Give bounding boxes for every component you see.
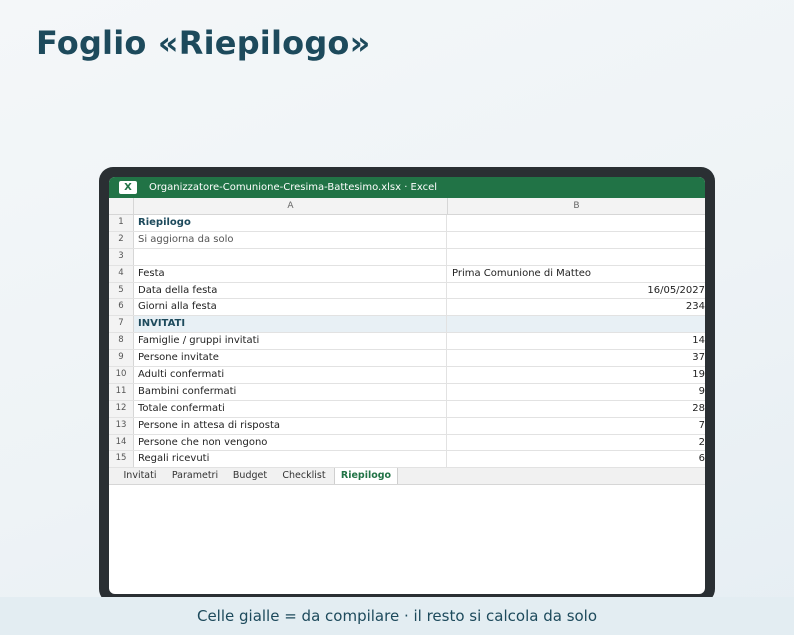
select-all-corner[interactable] (109, 198, 134, 214)
column-header-b[interactable]: B (448, 198, 705, 214)
table-row: 8 Famiglie / gruppi invitati 14 (109, 333, 705, 351)
cell-a[interactable]: Famiglie / gruppi invitati (134, 333, 447, 350)
table-row: 5 Data della festa 16/05/2027 (109, 282, 705, 300)
cell-a[interactable]: Festa (134, 265, 447, 282)
row-header[interactable]: 11 (109, 383, 134, 400)
cell-a[interactable]: Adulti confermati (134, 367, 447, 383)
row-header[interactable]: 3 (109, 248, 134, 265)
table-row: 13 Persone in attesa di risposta 7 (109, 417, 705, 435)
table-row: 4 Festa Prima Comunione di Matteo (109, 265, 705, 283)
row-header[interactable]: 15 (109, 451, 134, 468)
cell-b[interactable]: 16/05/2027 (448, 283, 705, 299)
cell-b[interactable]: 6 (448, 451, 705, 467)
row-header[interactable]: 13 (109, 417, 134, 434)
cell-a[interactable]: Giorni alla festa (134, 299, 447, 316)
cell-a[interactable] (134, 248, 447, 265)
cell-a[interactable]: Regali ricevuti (134, 451, 447, 468)
cell-grid: 1 Riepilogo 2 Si aggiorna da solo 3 4 Festa Pri… (109, 215, 705, 486)
column-header-a[interactable]: A (134, 198, 448, 214)
row-header[interactable]: 9 (109, 350, 134, 367)
row-header[interactable]: 12 (109, 400, 134, 417)
cell-b[interactable]: 28 (448, 401, 705, 417)
spreadsheet-window: X Organizzatore-Comunione-Cresima-Battes… (109, 177, 705, 594)
page-title: Foglio «Riepilogo» (36, 24, 371, 62)
column-headers: A B (109, 198, 705, 215)
table-row: 12 Totale confermati 28 (109, 400, 705, 418)
cell-b[interactable] (448, 316, 705, 332)
sheet-tab[interactable]: Invitati (115, 468, 165, 484)
cell-a[interactable]: Persone invitate (134, 350, 447, 367)
table-row: 15 Regali ricevuti 6 (109, 451, 705, 469)
row-header[interactable]: 2 (109, 231, 134, 248)
table-row: 14 Persone che non vengono 2 (109, 434, 705, 452)
row-header[interactable]: 4 (109, 265, 134, 282)
cell-b[interactable]: 37 (448, 350, 705, 366)
table-row: 11 Bambini confermati 9 (109, 383, 705, 401)
cell-b[interactable]: 2 (448, 435, 705, 451)
table-row: 9 Persone invitate 37 (109, 350, 705, 368)
sheet-tab[interactable]: Checklist (275, 468, 333, 484)
sheet-tab[interactable]: Budget (225, 468, 275, 484)
cell-b[interactable]: 7 (448, 418, 705, 434)
cell-b[interactable] (448, 249, 705, 265)
cell-b[interactable]: 19 (448, 367, 705, 383)
row-header[interactable]: 1 (109, 215, 134, 231)
row-header[interactable]: 6 (109, 299, 134, 316)
device-frame: X Organizzatore-Comunione-Cresima-Battes… (99, 167, 715, 603)
table-row: 2 Si aggiorna da solo (109, 231, 705, 249)
footer-note: Celle gialle = da compilare · il resto s… (0, 597, 794, 635)
table-row: 1 Riepilogo (109, 215, 705, 232)
cell-a[interactable]: INVITATI (134, 316, 447, 333)
table-row: 10 Adulti confermati 19 (109, 367, 705, 384)
window-titlebar: X Organizzatore-Comunione-Cresima-Battes… (109, 177, 705, 198)
table-row: 7 INVITATI (109, 316, 705, 334)
cell-a[interactable]: Persone che non vengono (134, 434, 447, 451)
row-header[interactable]: 14 (109, 434, 134, 451)
cell-a[interactable]: Si aggiorna da solo (134, 231, 447, 248)
row-header[interactable]: 8 (109, 333, 134, 350)
row-header[interactable]: 5 (109, 282, 134, 299)
cell-b[interactable]: Prima Comunione di Matteo (448, 266, 705, 282)
cell-b[interactable]: 9 (448, 384, 705, 400)
row-header[interactable]: 7 (109, 316, 134, 333)
cell-b[interactable]: 14 (448, 333, 705, 349)
window-title: Organizzatore-Comunione-Cresima-Battesim… (149, 182, 438, 193)
cell-b[interactable]: 234 (448, 299, 705, 315)
row-header[interactable]: 10 (109, 367, 134, 383)
table-row: 6 Giorni alla festa 234 (109, 299, 705, 317)
cell-a[interactable]: Riepilogo (134, 215, 447, 231)
cell-a[interactable]: Persone in attesa di risposta (134, 417, 447, 434)
excel-icon: X (119, 181, 137, 194)
sheet-tabs: Invitati Parametri Budget Checklist Riepilog… (109, 468, 705, 485)
table-row: 3 (109, 248, 705, 266)
cell-b[interactable] (448, 215, 705, 231)
cell-a[interactable]: Totale confermati (134, 400, 447, 417)
cell-b[interactable] (448, 232, 705, 248)
cell-a[interactable]: Data della festa (134, 282, 447, 299)
cell-a[interactable]: Bambini confermati (134, 383, 447, 400)
sheet-tab[interactable]: Riepilogo (334, 468, 398, 484)
sheet-tab[interactable]: Parametri (165, 468, 225, 484)
